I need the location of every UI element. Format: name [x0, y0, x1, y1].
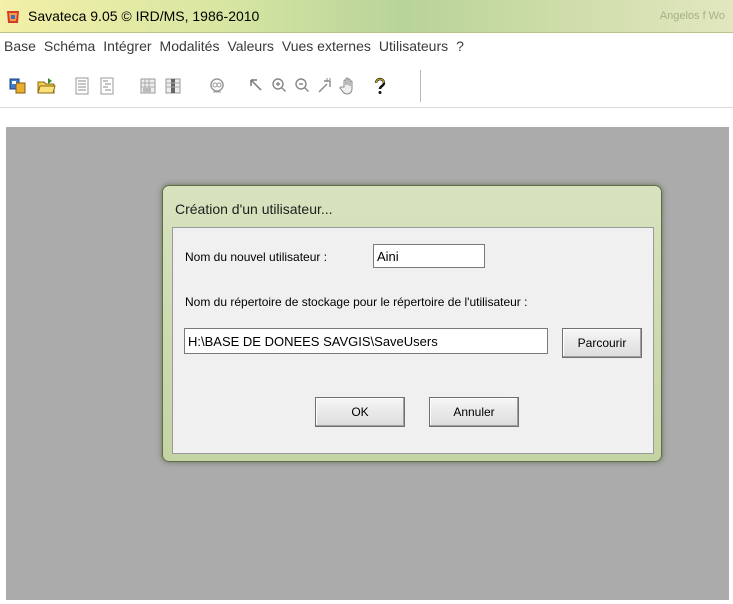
window-title: Savateca 9.05 © IRD/MS, 1986-2010	[28, 8, 260, 24]
toolbar-divider	[0, 107, 733, 108]
dialog-title: Création d'un utilisateur...	[175, 201, 333, 217]
dialog-body: Nom du nouvel utilisateur : Nom du réper…	[172, 227, 654, 454]
menu-modalites[interactable]: Modalités	[156, 38, 224, 54]
cancel-button[interactable]: Annuler	[429, 397, 519, 427]
title-bar-blurred-text: Angelos f Wo	[659, 10, 725, 22]
hand-icon[interactable]	[336, 74, 360, 98]
pan-icon[interactable]	[313, 74, 337, 98]
menu-base[interactable]: Base	[0, 38, 40, 54]
title-bar: Savateca 9.05 © IRD/MS, 1986-2010 Angelo…	[0, 0, 733, 33]
menu-vues-externes[interactable]: Vues externes	[278, 38, 375, 54]
open-folder-icon[interactable]	[34, 74, 58, 98]
zoom-glass-icon[interactable]	[205, 74, 229, 98]
storage-dir-input[interactable]	[184, 328, 548, 354]
toolbar	[0, 70, 421, 102]
open-base-icon[interactable]	[6, 74, 30, 98]
grid-icon[interactable]	[136, 74, 160, 98]
ok-button[interactable]: OK	[315, 397, 405, 427]
user-name-label: Nom du nouvel utilisateur :	[185, 250, 328, 264]
menu-help[interactable]: ?	[452, 38, 468, 54]
menu-bar: Base Schéma Intégrer Modalités Valeurs V…	[0, 34, 733, 58]
menu-integrer[interactable]: Intégrer	[99, 38, 155, 54]
menu-utilisateurs[interactable]: Utilisateurs	[375, 38, 452, 54]
storage-dir-label: Nom du répertoire de stockage pour le ré…	[185, 295, 528, 309]
user-name-input[interactable]	[373, 244, 485, 268]
text-align-icon[interactable]	[70, 74, 94, 98]
savateca-app-icon	[7, 11, 19, 23]
arrow-pointer-icon[interactable]	[244, 74, 268, 98]
zoom-in-icon[interactable]	[267, 74, 291, 98]
grid-select-icon[interactable]	[161, 74, 185, 98]
menu-valeurs[interactable]: Valeurs	[223, 38, 277, 54]
create-user-dialog: Création d'un utilisateur... Nom du nouv…	[162, 185, 662, 462]
help-icon[interactable]	[368, 74, 392, 98]
menu-schema[interactable]: Schéma	[40, 38, 99, 54]
browse-button[interactable]: Parcourir	[562, 328, 642, 358]
text-list-icon[interactable]	[95, 74, 119, 98]
zoom-out-icon[interactable]	[290, 74, 314, 98]
